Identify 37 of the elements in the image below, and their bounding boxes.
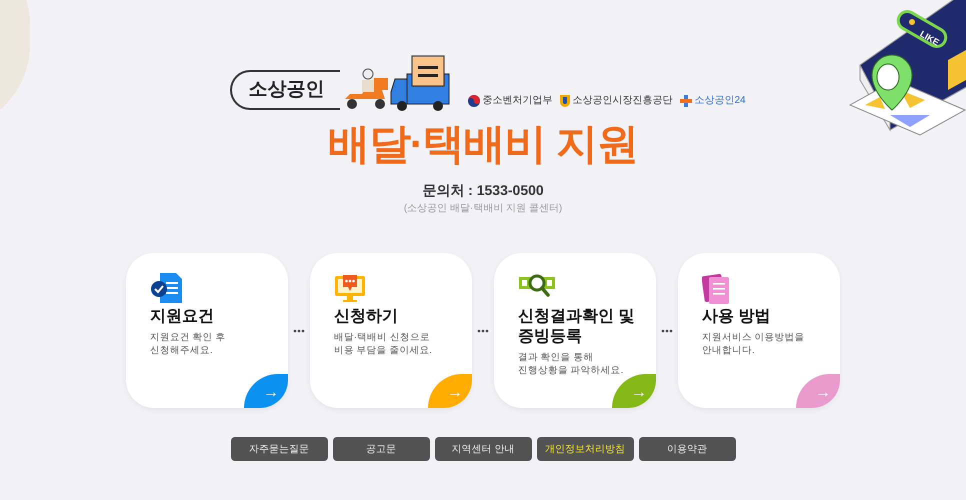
monitor-chat-icon <box>334 273 366 303</box>
card-title: 신청결과확인 및 증빙등록 <box>518 307 636 347</box>
arrow-icon: → <box>263 381 279 405</box>
contact-number: 문의처 : 1533-0500 <box>422 181 544 200</box>
menu-card[interactable]: 지원요건 지원요건 확인 후 신청해주세요. → <box>126 253 288 408</box>
card-description: 결과 확인을 통해 진행상황을 파악하세요. <box>518 351 624 377</box>
menu-card[interactable]: 사용 방법 지원서비스 이용방법을 안내합니다. → <box>678 253 840 408</box>
footer-link-button[interactable]: 자주묻는질문 <box>230 437 328 461</box>
organization-name: 소상공인24 <box>694 94 746 108</box>
footer-link-button[interactable]: 공고문 <box>332 437 430 461</box>
page-title: 배달·택배비 지원 <box>328 119 638 169</box>
card-title: 신청하기 <box>334 307 399 327</box>
checked-document-icon <box>150 273 182 303</box>
menu-card[interactable]: 신청결과확인 및 증빙등록 결과 확인을 통해 진행상황을 파악하세요. → <box>494 253 656 408</box>
dots-separator-icon <box>477 328 489 332</box>
footer-link-button[interactable]: 이용약관 <box>638 437 736 461</box>
plus-icon <box>680 94 692 106</box>
document-pages-icon <box>702 273 732 305</box>
card-description: 배달·택배비 신청으로 비용 부담을 줄이세요. <box>334 331 433 357</box>
emblem-icon <box>468 94 480 106</box>
arrow-icon: → <box>815 381 831 405</box>
footer-link-button[interactable]: 개인정보처리방침 <box>536 437 634 461</box>
organization-name: 중소벤처기업부 <box>482 94 552 108</box>
shield-icon <box>560 94 570 106</box>
dots-separator-icon <box>661 328 673 332</box>
card-description: 지원요건 확인 후 신청해주세요. <box>150 331 226 357</box>
organization-name: 소상공인시장진흥공단 <box>572 94 672 108</box>
contact-note: (소상공인 배달·택배비 지원 콜센터) <box>404 202 562 216</box>
footer-link-button[interactable]: 지역센터 안내 <box>434 437 532 461</box>
card-title: 지원요건 <box>150 307 215 327</box>
arrow-icon: → <box>447 381 463 405</box>
menu-card[interactable]: 신청하기 배달·택배비 신청으로 비용 부담을 줄이세요. → <box>310 253 472 408</box>
arrow-icon: → <box>631 381 647 405</box>
badge-text: 소상공인 <box>248 78 324 100</box>
card-title: 사용 방법 <box>702 307 772 327</box>
card-description: 지원서비스 이용방법을 안내합니다. <box>702 331 806 357</box>
dots-separator-icon <box>293 328 305 332</box>
